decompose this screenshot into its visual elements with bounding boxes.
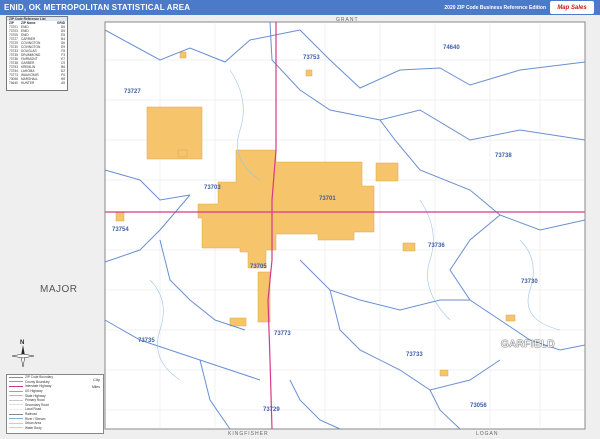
frame-label-bottom-right: LOGAN [476, 431, 499, 437]
zip-table-rows: 73701 ENID D6 73703 ENID D5 73705 ENID E5 73727 CA… [7, 25, 67, 85]
legend-label: Primary Road [25, 398, 45, 403]
compass: N [11, 340, 35, 370]
legend-label: River / Stream [25, 416, 46, 421]
zip-label: 73753 [303, 55, 320, 61]
zip-table-cell: A9 [61, 81, 65, 85]
legend-swatch [9, 385, 23, 387]
legend-swatch [9, 390, 23, 392]
legend-label: Local Road [25, 407, 42, 412]
zip-table-cell: 74640 [9, 81, 18, 85]
legend-label: Interstate Highway [25, 384, 52, 389]
zip-label: 73703 [204, 185, 221, 191]
legend-label: Secondary Road [25, 402, 49, 407]
zip-label: 73729 [263, 407, 280, 413]
map-title: ENID, OK METROPOLITAN STATISTICAL AREA [4, 3, 191, 12]
legend-swatch [9, 381, 23, 383]
map-legend: ZIP Code Boundary County Boundary Intersta… [6, 374, 104, 434]
frame-label-top: GRANT [336, 17, 359, 23]
legend-item: Water Body [7, 426, 103, 431]
zip-table-row: 74640 HUNTER A9 [7, 81, 67, 85]
legend-swatch [9, 408, 23, 410]
legend-label: ZIP Code Boundary [25, 375, 53, 380]
zip-label: 73754 [112, 227, 129, 233]
legend-swatch [9, 427, 23, 429]
compass-rose-icon [11, 345, 35, 368]
county-label-garfield: GARFIELD [501, 339, 556, 350]
zip-label: 73736 [428, 243, 445, 249]
zip-label: 73701 [319, 196, 336, 202]
legend-label: State Highway [25, 393, 46, 398]
legend-swatch [9, 395, 23, 397]
legend-swatch [9, 418, 23, 420]
urban-area-east [375, 162, 399, 182]
zip-label: 73738 [495, 153, 512, 159]
zip-label: 73705 [250, 264, 267, 270]
edition-label: 2020 ZIP Code Business Reference Edition [444, 4, 546, 11]
title-bar: ENID, OK METROPOLITAN STATISTICAL AREA 2… [0, 0, 600, 15]
zip-label: 74640 [443, 45, 460, 51]
frame-label-bottom-left: KINGFISHER [228, 431, 269, 437]
map-legend-rows: ZIP Code Boundary County Boundary Intersta… [7, 375, 103, 430]
county-label-major: MAJOR [40, 284, 78, 295]
legend-swatch [9, 404, 23, 406]
zip-label: 73056 [470, 403, 487, 409]
legend-swatch [9, 422, 23, 424]
legend-swatch [9, 376, 23, 378]
legend-label: US Highway [25, 389, 43, 394]
zip-label: 73773 [274, 331, 291, 337]
legend-scale-label: Miles [91, 385, 100, 389]
legend-city-label: City [93, 377, 100, 382]
legend-label: County Boundary [25, 379, 50, 384]
zip-label: 73735 [138, 338, 155, 344]
legend-label: Railroad [25, 412, 37, 417]
legend-swatch [9, 399, 23, 401]
zip-table-cell: HUNTER [21, 81, 35, 85]
legend-label: Urban Area [25, 421, 42, 426]
urban-area-carrier [146, 106, 203, 160]
zip-label: 73727 [124, 89, 141, 95]
legend-swatch [9, 413, 23, 415]
zip-label: 73733 [406, 352, 423, 358]
brand-text: Map Sales [557, 4, 587, 11]
zip-label: 73730 [521, 279, 538, 285]
legend-label: Water Body [25, 425, 42, 430]
map-canvas: ENID, OK METROPOLITAN STATISTICAL AREA 2… [0, 0, 600, 439]
compass-north: N [20, 340, 25, 346]
zip-reference-table: ZIP Code Reference List ZIP ZIP Name GRI… [6, 16, 68, 91]
brand-logo: Map Sales [550, 1, 594, 14]
